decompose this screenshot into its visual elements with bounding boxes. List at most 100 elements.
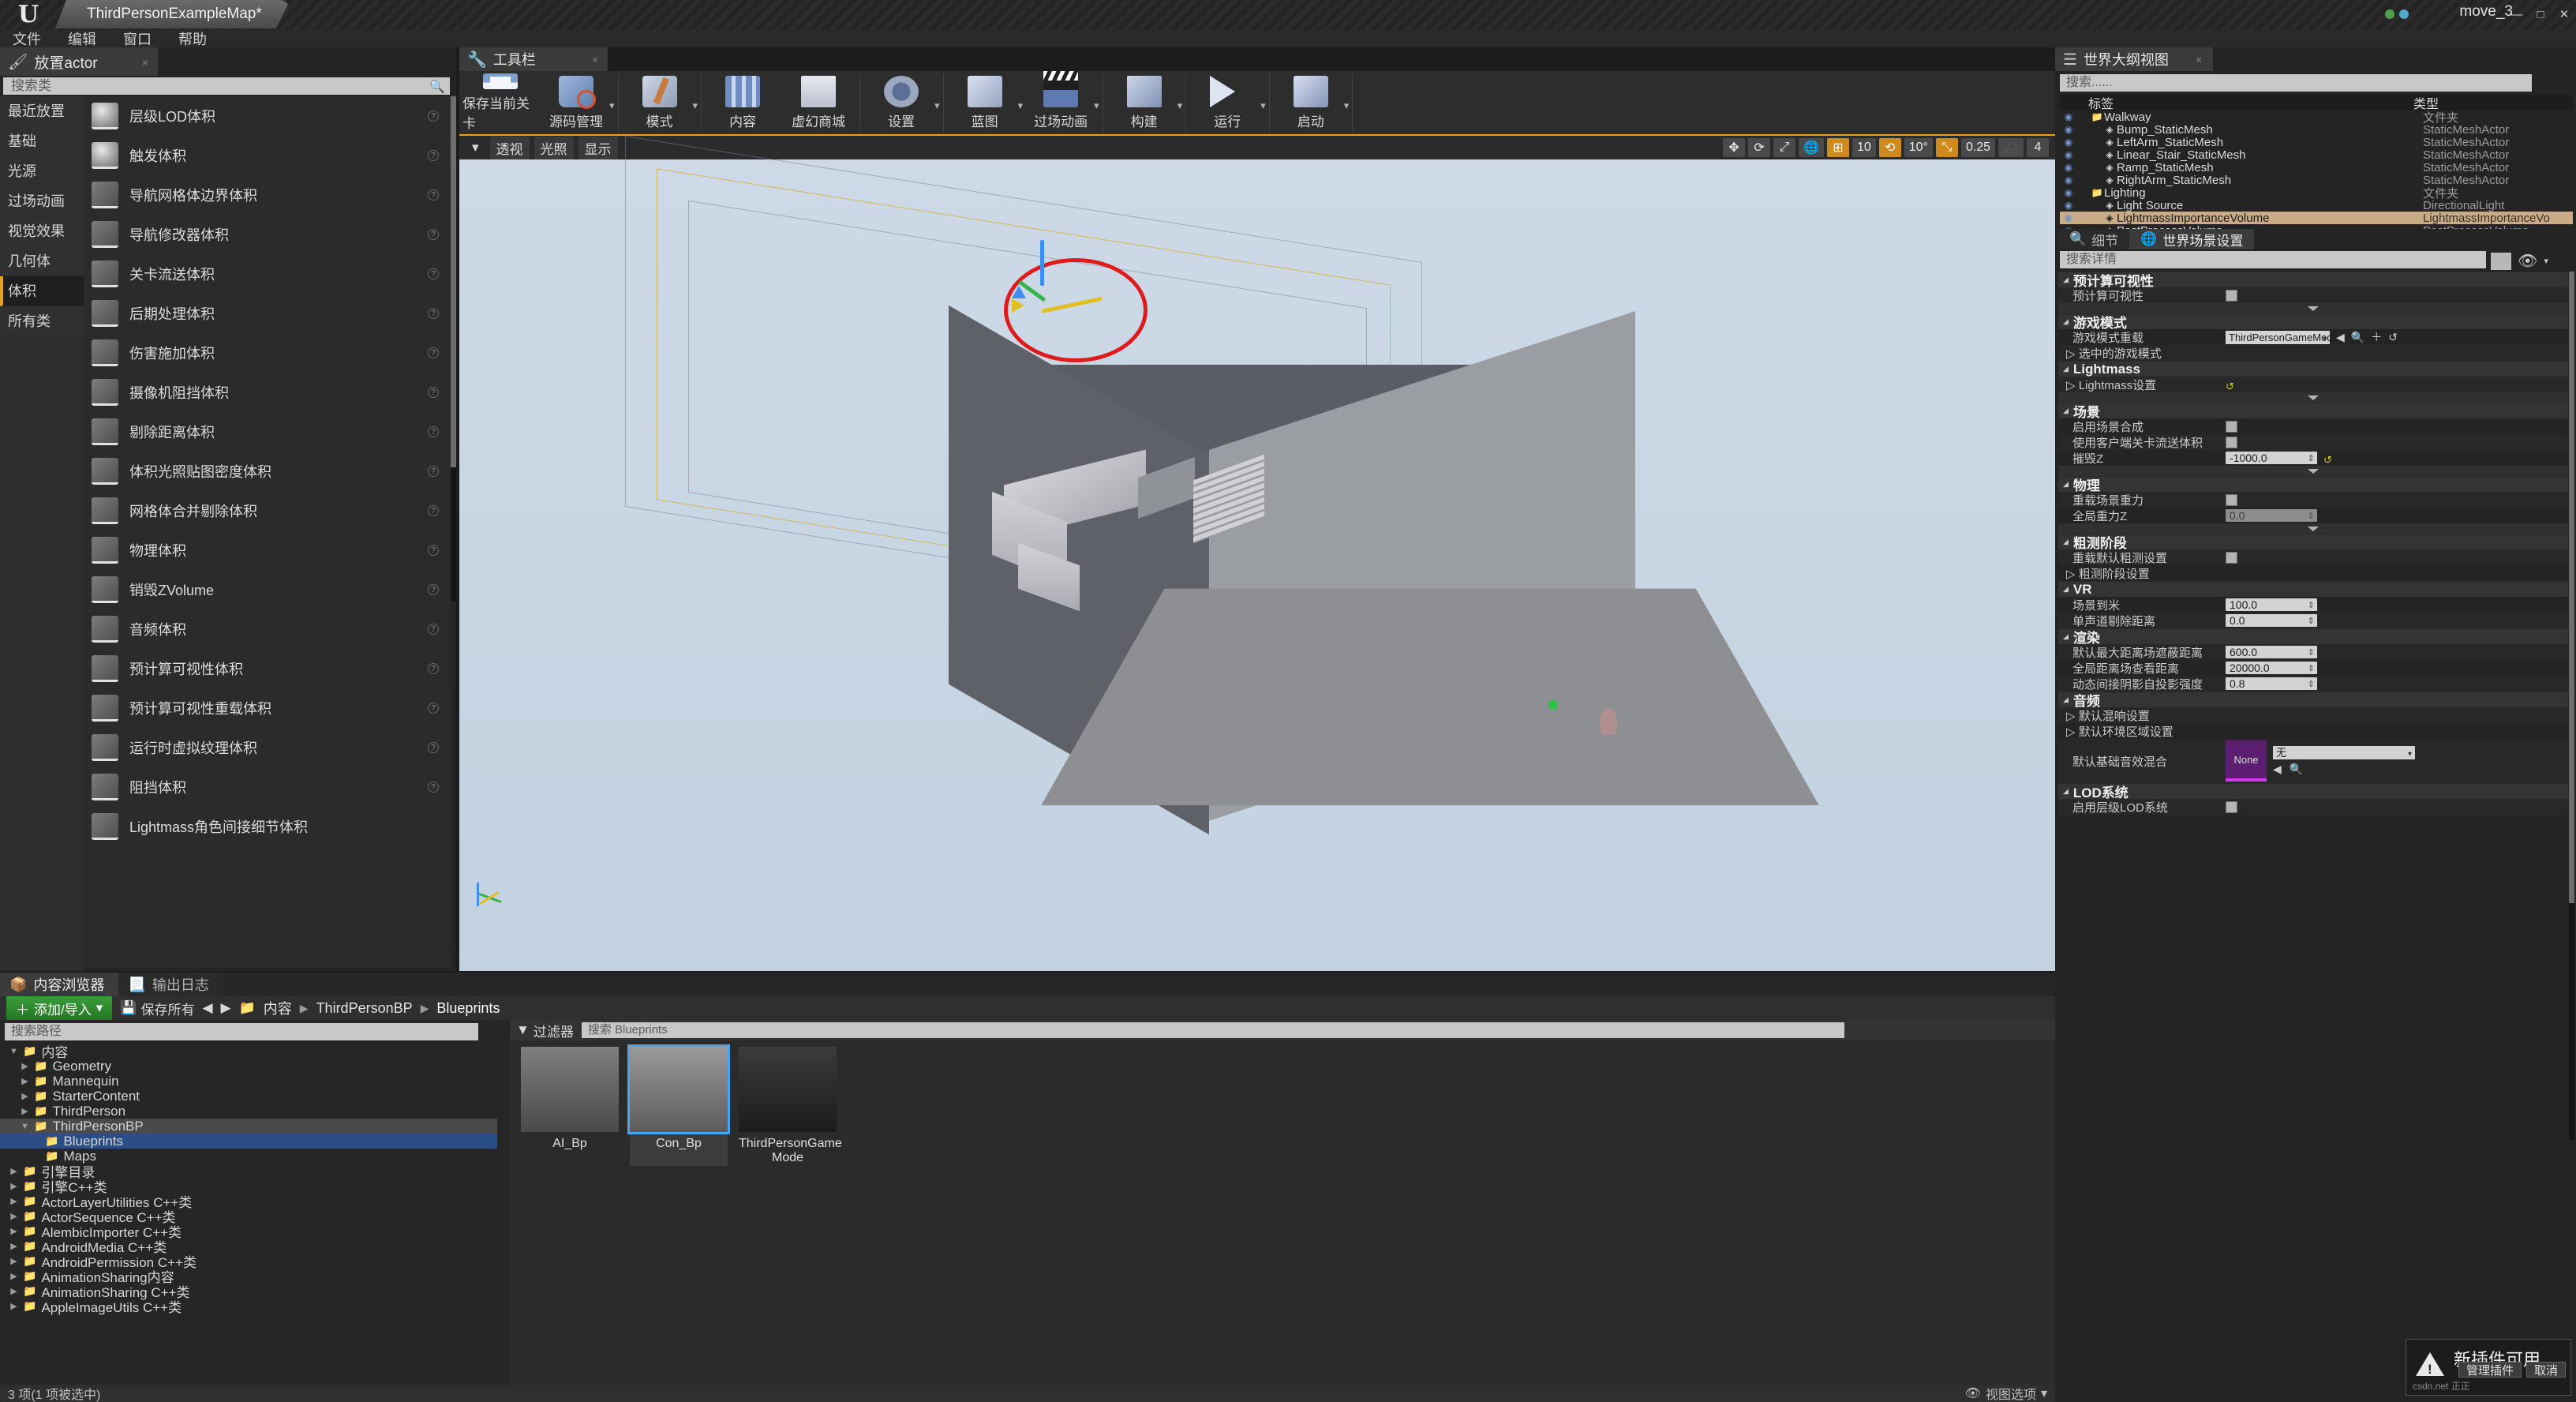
reset-icon[interactable]: ↺ xyxy=(2323,454,2332,466)
place-item-9[interactable]: 体积光照贴图密度体积? xyxy=(84,452,451,491)
place-category-7[interactable]: 所有类 xyxy=(0,306,84,336)
spinner-icon[interactable]: ⇕ xyxy=(2308,615,2315,628)
checkbox[interactable] xyxy=(2226,493,2237,506)
column-type-header[interactable]: 类型 xyxy=(2413,93,2439,112)
expander-icon[interactable]: ◢ xyxy=(2063,407,2069,415)
manage-plugins-button[interactable]: 管理插件 xyxy=(2458,1362,2522,1378)
help-icon[interactable]: ? xyxy=(428,189,439,201)
details-section-Lightmass[interactable]: ◢ Lightmass xyxy=(2058,361,2568,377)
sources-search-input[interactable]: 搜索路径 xyxy=(5,1023,478,1040)
grid-snap-toggle[interactable]: ⊞ xyxy=(1826,138,1849,157)
details-section-游戏模式[interactable]: ◢ 游戏模式 xyxy=(2058,313,2568,331)
place-item-18[interactable]: Lightmass角色间接细节体积 xyxy=(84,807,451,846)
rotation-snap-value[interactable]: 10° xyxy=(1904,138,1933,157)
menu-help[interactable]: 帮助 xyxy=(178,28,207,49)
visibility-eye-icon[interactable]: ◉ xyxy=(2060,111,2077,122)
toolbar-button-内容[interactable]: 内容 xyxy=(705,73,781,132)
visibility-eye-icon[interactable]: ◉ xyxy=(2060,212,2077,223)
help-icon[interactable]: ? xyxy=(428,505,439,516)
place-item-7[interactable]: 摄像机阻挡体积? xyxy=(84,373,451,412)
back-arrow-icon[interactable]: ◀ xyxy=(2273,763,2282,776)
column-label-header[interactable]: 标签 xyxy=(2060,93,2413,112)
expander-icon[interactable]: ▶ xyxy=(9,1181,18,1191)
outliner-row[interactable]: ◉ 📁 Lighting 文件夹 xyxy=(2060,186,2573,201)
expander-icon[interactable]: ▶ xyxy=(9,1211,18,1221)
menu-window[interactable]: 窗口 xyxy=(123,28,152,49)
grid-view-icon[interactable] xyxy=(2491,252,2511,270)
source-tree-item[interactable]: ▶ 📁 Mannequin xyxy=(0,1074,497,1089)
source-tree-item[interactable]: ▼ 📁 ThirdPersonBP xyxy=(0,1119,497,1134)
section-collapse-handle[interactable] xyxy=(2058,303,2568,313)
help-icon[interactable]: ? xyxy=(428,426,439,437)
browse-icon[interactable]: 🔍 xyxy=(2351,331,2364,344)
asset-tile[interactable]: ThirdPersonGame Mode xyxy=(739,1047,842,1166)
help-icon[interactable]: ? xyxy=(428,466,439,477)
chevron-down-icon[interactable]: ▾ xyxy=(2544,256,2548,266)
viewport-options-icon[interactable]: ▾ xyxy=(466,138,485,157)
breadcrumb-item-0[interactable]: 内容 xyxy=(264,998,292,1018)
gamemode-dropdown[interactable]: ThirdPersonGameMod ▾ xyxy=(2226,330,2333,344)
map-tab[interactable]: ThirdPersonExampleMap* xyxy=(55,0,290,28)
expander-icon[interactable]: ▶ xyxy=(9,1301,18,1311)
visibility-eye-icon[interactable]: ◉ xyxy=(2060,174,2077,186)
help-icon[interactable]: ? xyxy=(428,663,439,674)
back-button[interactable]: ◀ xyxy=(202,1000,212,1016)
help-icon[interactable]: ? xyxy=(428,742,439,753)
source-tree-item[interactable]: 📁 Blueprints xyxy=(0,1134,497,1149)
source-tree-item[interactable]: ▶ 📁 Geometry xyxy=(0,1059,497,1074)
help-icon[interactable]: ? xyxy=(428,111,439,122)
toolbar-button-源码管理[interactable]: 源码管理 xyxy=(538,73,614,132)
reset-icon[interactable]: ↺ xyxy=(2388,331,2398,344)
grid-snap-value[interactable]: 10 xyxy=(1852,138,1876,157)
viewport-show-button[interactable]: 显示 xyxy=(578,136,618,159)
details-scrollbar[interactable] xyxy=(2569,272,2574,1140)
maximize-button[interactable]: □ xyxy=(2529,6,2552,24)
details-section-音频[interactable]: ◢ 音频 xyxy=(2058,692,2568,709)
help-icon[interactable]: ? xyxy=(428,229,439,240)
translate-gizmo-icon[interactable]: ✥ xyxy=(1723,138,1746,157)
checkbox[interactable] xyxy=(2226,436,2237,448)
place-search-input[interactable]: 搜索类 🔍 xyxy=(3,77,450,95)
place-actors-tab[interactable]: 🖌 放置actor × xyxy=(0,47,158,76)
section-collapse-handle[interactable] xyxy=(2058,466,2568,476)
help-icon[interactable]: ? xyxy=(428,703,439,714)
expander-icon[interactable]: ▶ xyxy=(9,1256,18,1266)
place-scrollbar[interactable] xyxy=(451,96,456,602)
chevron-down-icon[interactable]: ▾ xyxy=(934,99,940,112)
expander-icon[interactable]: ▶ xyxy=(21,1061,29,1071)
asset-search-input[interactable]: 搜索 Blueprints xyxy=(581,1022,1844,1038)
toolbar-button-运行[interactable]: 运行 xyxy=(1189,73,1265,132)
details-tab-世界场景设置[interactable]: 🌐 世界场景设置 xyxy=(2129,229,2255,249)
place-item-16[interactable]: 运行时虚拟纹理体积? xyxy=(84,728,451,767)
content-browser-tab-输出日志[interactable]: 📃 输出日志 xyxy=(118,973,223,996)
place-item-8[interactable]: 剔除距离体积? xyxy=(84,412,451,452)
number-input[interactable]: 100.0 ⇕ xyxy=(2226,598,2317,611)
place-category-0[interactable]: 最近放置 xyxy=(0,96,84,126)
expander-icon[interactable]: ◢ xyxy=(2063,585,2069,594)
help-icon[interactable]: ? xyxy=(428,308,439,319)
asset-tile[interactable]: Con_Bp xyxy=(627,1044,730,1166)
expander-icon[interactable]: ◢ xyxy=(2063,787,2069,796)
spinner-icon[interactable]: ⇕ xyxy=(2308,510,2315,523)
expander-icon[interactable]: ▷ xyxy=(2066,710,2079,723)
plus-icon[interactable]: ＋ xyxy=(2371,329,2382,345)
chevron-down-icon[interactable]: ▾ xyxy=(1178,99,1183,112)
help-icon[interactable]: ? xyxy=(428,150,439,161)
toolbar-button-设置[interactable]: 设置 xyxy=(863,73,939,132)
rotate-gizmo-icon[interactable]: ⟳ xyxy=(1748,138,1771,157)
source-tree-item[interactable]: ▼ 📁 内容 xyxy=(0,1044,497,1060)
number-input[interactable]: 600.0 ⇕ xyxy=(2226,646,2317,658)
spinner-icon[interactable]: ⇕ xyxy=(2308,452,2315,465)
help-icon[interactable]: ? xyxy=(428,545,439,556)
section-collapse-handle[interactable] xyxy=(2058,523,2568,534)
expander-icon[interactable]: ◢ xyxy=(2063,695,2069,704)
details-search-input[interactable]: 搜索详情 xyxy=(2060,251,2486,268)
expander-icon[interactable]: ▷ xyxy=(2066,379,2079,392)
place-item-17[interactable]: 阻挡体积? xyxy=(84,767,451,807)
visibility-eye-icon[interactable]: ◉ xyxy=(2060,187,2077,198)
scale-gizmo-icon[interactable]: ⤢ xyxy=(1773,138,1796,157)
visibility-eye-icon[interactable]: ◉ xyxy=(2060,162,2077,173)
gizmo-z-axis[interactable] xyxy=(1040,240,1044,286)
spinner-icon[interactable]: ⇕ xyxy=(2308,662,2315,675)
number-input[interactable]: 0.0 ⇕ xyxy=(2226,509,2317,522)
